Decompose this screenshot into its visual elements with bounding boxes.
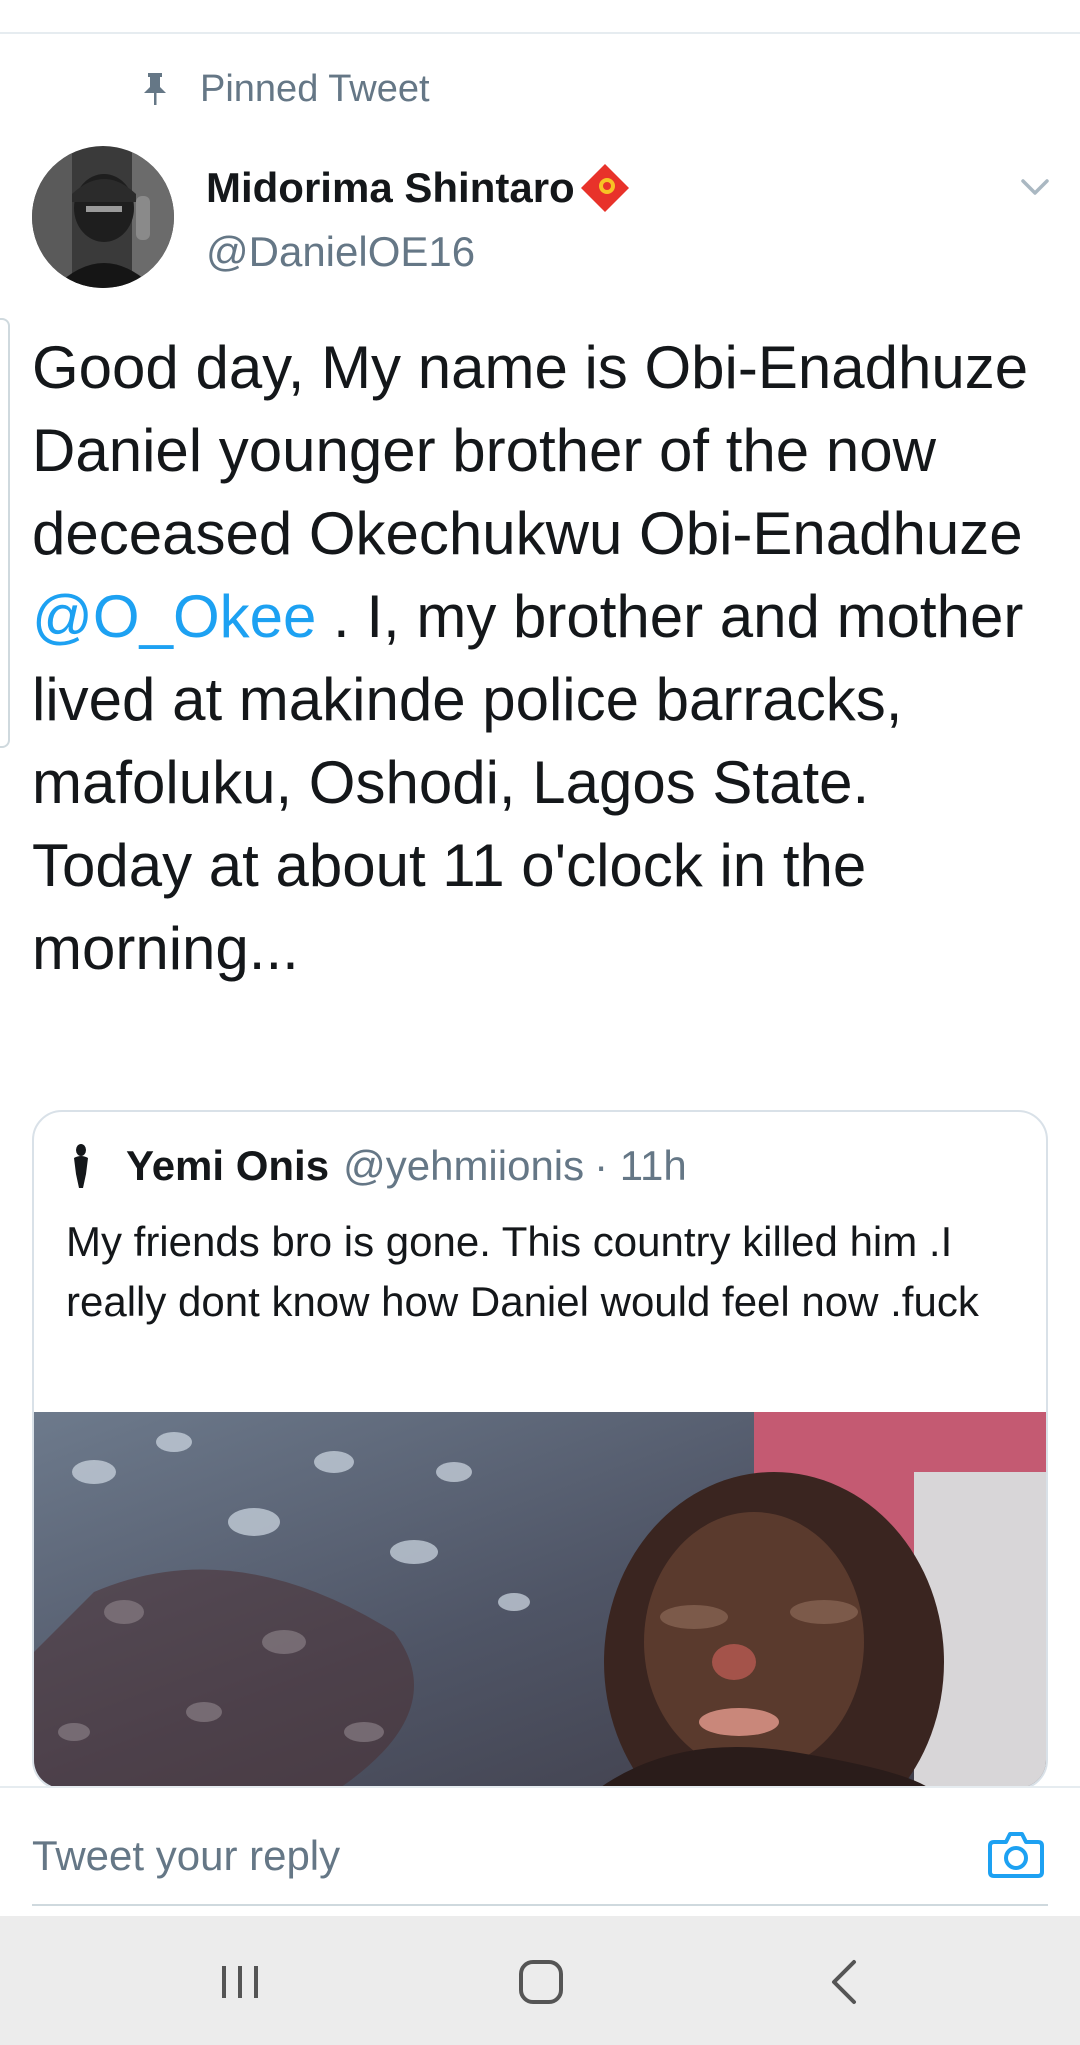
avatar-photo: [32, 146, 174, 288]
pin-icon: [144, 73, 166, 105]
author-name-text: Midorima Shintaro: [206, 164, 575, 211]
tweet-text-part-1: Good day, My name is Obi-Enadhuze Daniel…: [32, 334, 1029, 567]
flag-icon: [580, 164, 629, 212]
camera-icon[interactable]: [988, 1828, 1044, 1880]
quoted-tweet-time: · 11h: [594, 1142, 687, 1189]
reply-input[interactable]: Tweet your reply: [32, 1832, 340, 1880]
reply-underline: [32, 1904, 1048, 1906]
back-icon[interactable]: [816, 1952, 876, 2012]
scroll-edge-indicator: [0, 318, 10, 748]
quoted-avatar: [74, 1144, 88, 1188]
reply-bar: Tweet your reply: [0, 1786, 1080, 1916]
system-navigation-bar: [0, 1916, 1080, 2045]
quoted-tweet-text: My friends bro is gone. This country kil…: [66, 1218, 979, 1325]
home-icon[interactable]: [511, 1952, 571, 2012]
tweet-text: Good day, My name is Obi-Enadhuze Daniel…: [32, 326, 1042, 990]
top-divider: [0, 32, 1080, 34]
quoted-tweet-media[interactable]: [34, 1412, 1048, 1790]
quoted-tweet-card[interactable]: Yemi Onis @yehmiionis · 11h My friends b…: [32, 1110, 1048, 1790]
pinned-label-text: Pinned Tweet: [200, 67, 430, 110]
author-handle[interactable]: @DanielOE16: [206, 228, 475, 276]
mention-link[interactable]: @O_Okee: [32, 583, 316, 650]
quoted-author-handle: @yehmiionis: [343, 1142, 585, 1189]
chevron-down-icon[interactable]: [1018, 170, 1052, 204]
pinned-tweet-label: Pinned Tweet: [140, 64, 430, 114]
quoted-tweet-header: Yemi Onis @yehmiionis · 11h: [66, 1142, 687, 1190]
tweet-detail-screen: Pinned Tweet Midorima Shintaro @DanielOE…: [0, 0, 1080, 2045]
quoted-author-name: Yemi Onis: [126, 1142, 330, 1189]
recents-icon[interactable]: [210, 1952, 270, 2012]
author-name[interactable]: Midorima Shintaro: [206, 160, 633, 216]
avatar[interactable]: [32, 146, 174, 288]
